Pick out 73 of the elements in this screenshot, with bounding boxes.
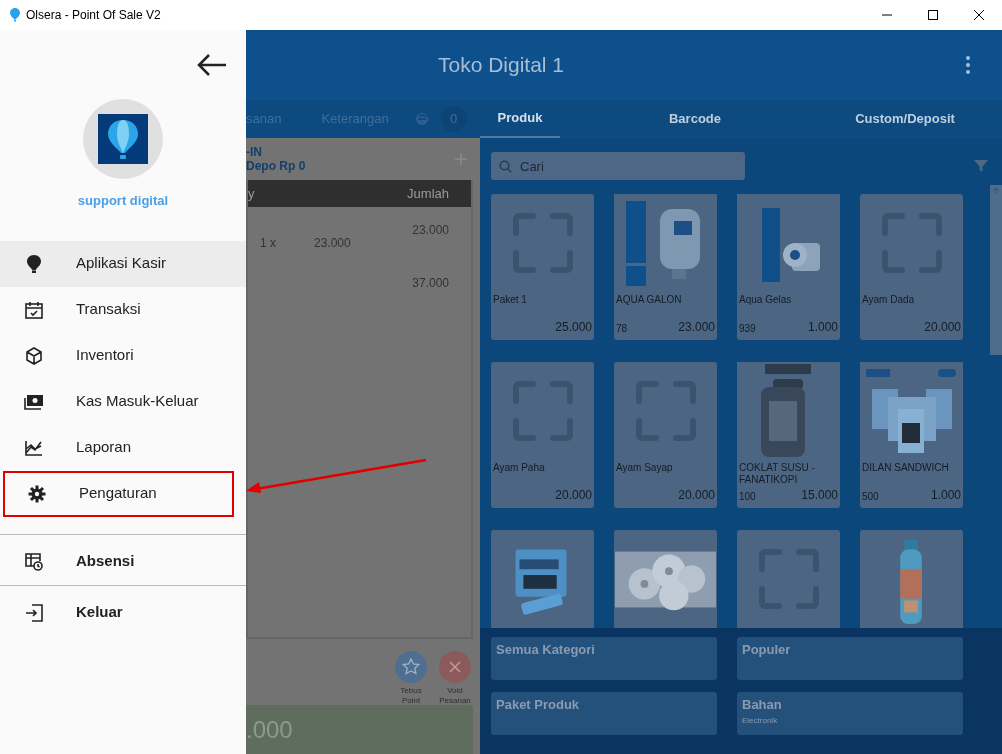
product-price: 1.000 [807, 319, 838, 336]
product-price: 20.000 [678, 487, 715, 504]
product-price: 20.000 [924, 319, 961, 336]
void-icon[interactable] [439, 651, 471, 683]
product-price: 1.000 [930, 487, 961, 504]
product-price: 15.000 [801, 487, 838, 504]
back-arrow-icon[interactable] [196, 52, 228, 77]
exit-icon [25, 603, 43, 622]
product-tab[interactable]: Barcode [560, 100, 830, 138]
column-header: y [248, 184, 255, 203]
item-amount: 37.000 [412, 275, 449, 292]
menu-item[interactable]: Keluar [0, 589, 246, 636]
product-stock: 500 [862, 490, 879, 504]
product-price: 23.000 [678, 319, 715, 336]
menu-item[interactable]: Aplikasi Kasir [0, 240, 246, 287]
cube-icon [25, 346, 43, 365]
product-name: Ayam Sayap [615, 462, 674, 476]
product-card[interactable]: Ayam Dada 20.000 [860, 194, 963, 340]
store-title: Toko Digital 1 [437, 52, 565, 79]
category-subtitle: Electronik [742, 715, 778, 727]
product-name: Ayam Paha [492, 462, 546, 476]
item-quantity: 1 x [260, 235, 276, 252]
scrollbar[interactable] [990, 185, 1002, 355]
search-icon [499, 160, 512, 173]
window-title: Olsera - Point Of Sale V2 [26, 7, 161, 24]
settings-icon [28, 484, 46, 503]
balloon-logo [98, 114, 148, 164]
category-button[interactable]: Paket Produk [491, 692, 717, 735]
product-stock: 100 [739, 490, 756, 504]
product-stock: 78 [616, 322, 628, 336]
product-card[interactable]: DILAN SANDWICH 500 1.000 [860, 362, 963, 508]
menu-item[interactable]: Absensi [0, 538, 246, 585]
menu-item[interactable]: Transaksi [0, 286, 246, 333]
product-name: DILAN SANDWICH [861, 462, 950, 476]
product-name: AQUA GALON [615, 294, 683, 308]
product-card[interactable]: AQUA GALON 78 23.000 [614, 194, 717, 340]
menu-item[interactable]: Laporan [0, 424, 246, 471]
product-card[interactable]: Ayam Sayap 20.000 [614, 362, 717, 508]
product-price: 20.000 [555, 487, 592, 504]
product-price: 25.000 [555, 319, 592, 336]
category-button[interactable]: Bahan Electronik [737, 692, 963, 735]
menu-item[interactable]: Kas Masuk-Keluar [0, 378, 246, 425]
chart-icon [25, 439, 43, 456]
more-icon[interactable] [966, 56, 970, 74]
customer-info: -IN [246, 145, 263, 159]
item-amount: 23.000 [412, 222, 449, 239]
product-name: Ayam Dada [861, 294, 916, 308]
search-field[interactable]: Cari [491, 152, 745, 180]
customer-info: Depo Rp 0 [246, 159, 306, 173]
app-icon [10, 8, 20, 22]
item-price: 23.000 [314, 235, 351, 252]
product-tab[interactable]: Custom/Deposit [830, 100, 980, 138]
column-header: Jumlah [407, 184, 449, 203]
product-name: COKLAT SUSU - FANATIKOPI [738, 462, 816, 486]
product-name: Paket 1 [492, 294, 528, 308]
user-name: support digital [76, 192, 170, 210]
product-card[interactable]: Ayam Paha 20.000 [491, 362, 594, 508]
calendar-icon [25, 300, 43, 319]
cash-icon [24, 393, 44, 410]
balloon-icon [26, 254, 42, 273]
browser-icon[interactable] [414, 112, 429, 126]
category-button[interactable]: Populer [737, 637, 963, 680]
menu-item[interactable]: Inventori [0, 332, 246, 379]
menu-item[interactable]: Pengaturan [3, 470, 234, 517]
product-card[interactable] [737, 530, 840, 628]
product-card[interactable]: Paket 1 25.000 [491, 194, 594, 340]
product-name: Aqua Gelas [738, 294, 793, 308]
product-stock: 939 [739, 322, 756, 336]
product-card[interactable]: COKLAT SUSU - FANATIKOPI 100 15.000 [737, 362, 840, 508]
product-card[interactable]: Aqua Gelas 939 1.000 [737, 194, 840, 340]
category-button[interactable]: Semua Kategori [491, 637, 717, 680]
table-clock-icon [25, 552, 43, 571]
filter-icon[interactable] [974, 159, 988, 173]
